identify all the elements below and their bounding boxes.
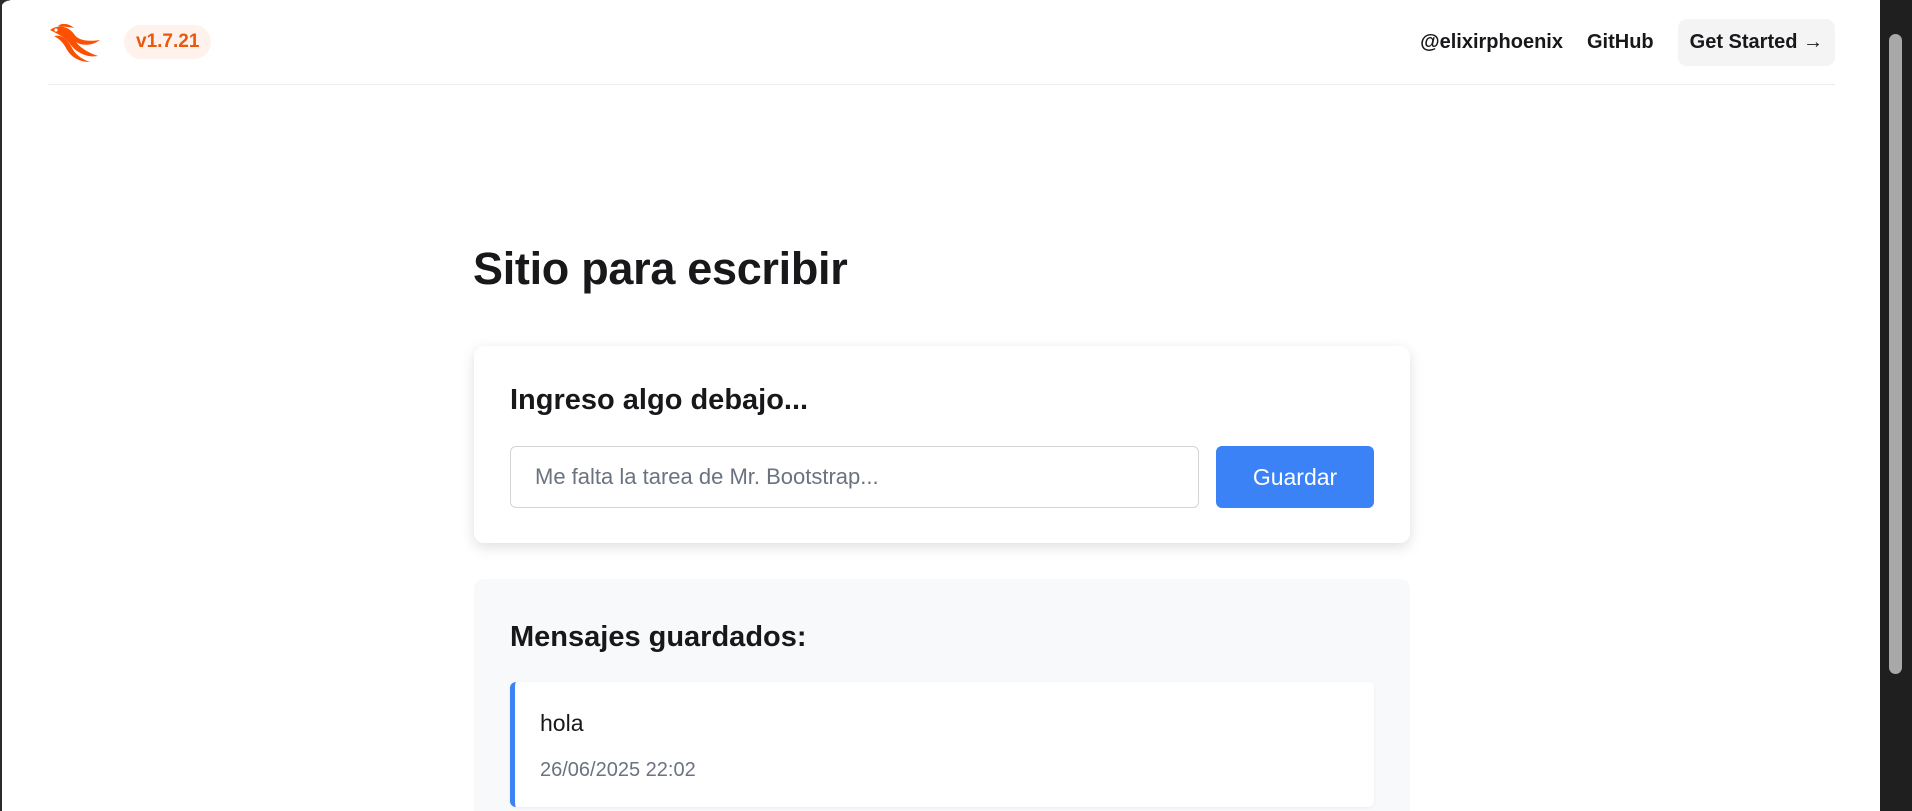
phoenix-logo-icon[interactable] bbox=[48, 22, 102, 62]
message-timestamp: 26/06/2025 22:02 bbox=[540, 759, 696, 781]
page-title: Sitio para escribir bbox=[473, 243, 848, 294]
messages-heading: Mensajes guardados: bbox=[510, 621, 807, 653]
window-corner bbox=[0, 0, 10, 10]
save-button[interactable]: Guardar bbox=[1216, 446, 1374, 508]
header-nav: @elixirphoenix GitHub Get Started → bbox=[1420, 18, 1835, 66]
message-input[interactable] bbox=[510, 446, 1199, 508]
message-form-card: Ingreso algo debajo... Guardar bbox=[474, 346, 1410, 543]
saved-messages-panel: Mensajes guardados: hola 26/06/2025 22:0… bbox=[474, 579, 1410, 811]
message-item: hola 26/06/2025 22:02 bbox=[510, 682, 1374, 807]
version-badge: v1.7.21 bbox=[124, 25, 212, 59]
site-header: v1.7.21 @elixirphoenix GitHub Get Starte… bbox=[48, 0, 1835, 85]
github-link[interactable]: GitHub bbox=[1587, 31, 1654, 54]
scrollbar-thumb[interactable] bbox=[1889, 34, 1902, 674]
form-heading: Ingreso algo debajo... bbox=[510, 384, 809, 416]
message-text: hola bbox=[540, 710, 584, 736]
window-frame-left bbox=[0, 0, 2, 811]
get-started-button[interactable]: Get Started → bbox=[1677, 18, 1835, 66]
twitter-link[interactable]: @elixirphoenix bbox=[1420, 31, 1563, 54]
